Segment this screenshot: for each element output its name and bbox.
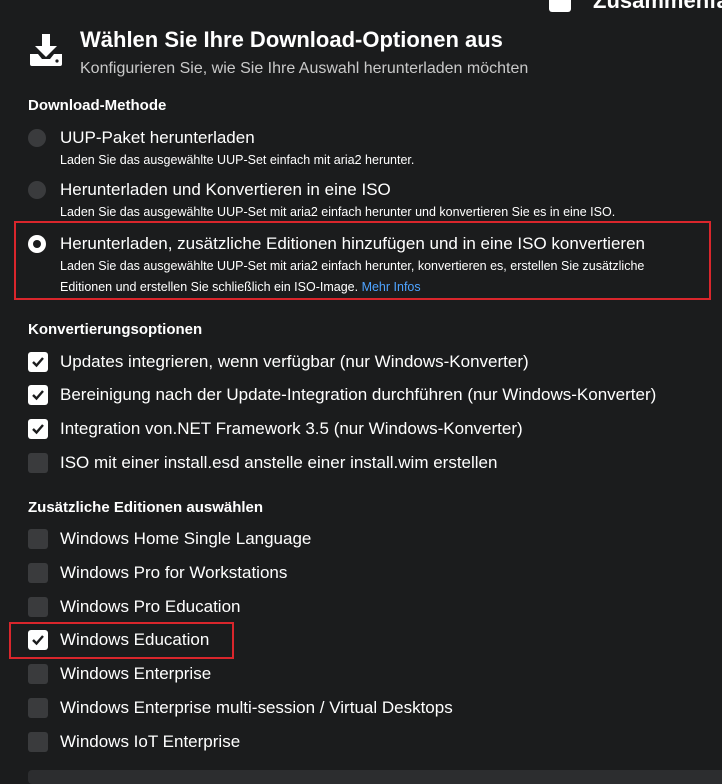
bottom-panel-edge bbox=[28, 770, 722, 784]
radio-label: Herunterladen, zusätzliche Editionen hin… bbox=[60, 234, 645, 253]
summary-checkbox[interactable] bbox=[549, 0, 571, 12]
download-method-title: Download-Methode bbox=[28, 97, 167, 114]
section-header: Wählen Sie Ihre Download-Optionen aus Ko… bbox=[28, 27, 529, 78]
checkbox-unchecked[interactable] bbox=[28, 529, 48, 549]
checkbox-label: Windows IoT Enterprise bbox=[60, 732, 241, 751]
radio-description-text: Laden Sie das ausgewählte UUP-Set mit ar… bbox=[60, 259, 645, 294]
checkbox-label: Windows Pro Education bbox=[60, 597, 241, 616]
checkmark-icon bbox=[32, 635, 44, 646]
checkbox-cleanup[interactable]: Bereinigung nach der Update-Integration … bbox=[28, 385, 656, 405]
checkbox-install-esd[interactable]: ISO mit einer install.esd anstelle einer… bbox=[28, 453, 497, 473]
checkbox-unchecked[interactable] bbox=[28, 664, 48, 684]
checkbox-label: Windows Pro for Workstations bbox=[60, 563, 288, 582]
page-subtitle: Konfigurieren Sie, wie Sie Ihre Auswahl … bbox=[80, 60, 529, 77]
checkbox-edition-iot-enterprise[interactable]: Windows IoT Enterprise bbox=[28, 732, 240, 752]
checkbox-label: Windows Education bbox=[60, 630, 210, 649]
checkbox-checked[interactable] bbox=[28, 419, 48, 439]
checkbox-edition-pro-ws[interactable]: Windows Pro for Workstations bbox=[28, 563, 287, 583]
summary-toggle[interactable]: Zusammenfass bbox=[549, 0, 722, 14]
download-icon bbox=[30, 34, 62, 66]
radio-option-editions-iso[interactable]: Herunterladen, zusätzliche Editionen hin… bbox=[28, 234, 698, 298]
checkbox-edition-home-sl[interactable]: Windows Home Single Language bbox=[28, 529, 311, 549]
page-title: Wählen Sie Ihre Download-Optionen aus bbox=[80, 27, 503, 52]
checkbox-label: Windows Enterprise multi-session / Virtu… bbox=[60, 698, 453, 717]
radio-description: Laden Sie das ausgewählte UUP-Set mit ar… bbox=[60, 205, 616, 219]
radio-label: UUP-Paket herunterladen bbox=[60, 128, 255, 147]
checkmark-icon bbox=[32, 390, 44, 401]
radio-description: Laden Sie das ausgewählte UUP-Set einfac… bbox=[60, 153, 415, 167]
checkbox-label: Bereinigung nach der Update-Integration … bbox=[60, 385, 657, 404]
radio-option-uup[interactable]: UUP-Paket herunterladen Laden Sie das au… bbox=[28, 128, 414, 171]
checkbox-label: Windows Enterprise bbox=[60, 664, 212, 683]
radio-button-selected[interactable] bbox=[28, 235, 46, 253]
additional-editions-title: Zusätzliche Editionen auswählen bbox=[28, 499, 264, 516]
checkbox-netfx[interactable]: Integration von.NET Framework 3.5 (nur W… bbox=[28, 419, 523, 439]
checkbox-unchecked[interactable] bbox=[28, 563, 48, 583]
checkbox-label: Windows Home Single Language bbox=[60, 529, 312, 548]
checkbox-unchecked[interactable] bbox=[28, 698, 48, 718]
checkbox-label: Updates integrieren, wenn verfügbar (nur… bbox=[60, 352, 529, 371]
radio-label: Herunterladen und Konvertieren in eine I… bbox=[60, 180, 391, 199]
checkbox-unchecked[interactable] bbox=[28, 453, 48, 473]
checkbox-unchecked[interactable] bbox=[28, 597, 48, 617]
checkbox-edition-enterprise[interactable]: Windows Enterprise bbox=[28, 664, 211, 684]
checkbox-unchecked[interactable] bbox=[28, 732, 48, 752]
radio-option-convert-iso[interactable]: Herunterladen und Konvertieren in eine I… bbox=[28, 180, 615, 223]
checkmark-icon bbox=[32, 424, 44, 435]
checkbox-edition-pro-edu[interactable]: Windows Pro Education bbox=[28, 597, 240, 617]
checkbox-label: Integration von.NET Framework 3.5 (nur W… bbox=[60, 419, 523, 438]
radio-description: Laden Sie das ausgewählte UUP-Set mit ar… bbox=[60, 256, 698, 298]
checkmark-icon bbox=[32, 357, 44, 368]
radio-button[interactable] bbox=[28, 129, 46, 147]
checkbox-checked[interactable] bbox=[28, 630, 48, 650]
checkbox-checked[interactable] bbox=[28, 385, 48, 405]
more-info-link[interactable]: Mehr Infos bbox=[362, 280, 421, 294]
checkbox-checked[interactable] bbox=[28, 352, 48, 372]
radio-button[interactable] bbox=[28, 181, 46, 199]
checkbox-edition-enterprise-multisession[interactable]: Windows Enterprise multi-session / Virtu… bbox=[28, 698, 453, 718]
summary-label: Zusammenfass bbox=[593, 0, 722, 13]
checkbox-edition-education[interactable]: Windows Education bbox=[28, 630, 209, 650]
checkbox-label: ISO mit einer install.esd anstelle einer… bbox=[60, 453, 498, 472]
conversion-options-title: Konvertierungsoptionen bbox=[28, 321, 203, 338]
checkbox-integrate-updates[interactable]: Updates integrieren, wenn verfügbar (nur… bbox=[28, 352, 529, 372]
